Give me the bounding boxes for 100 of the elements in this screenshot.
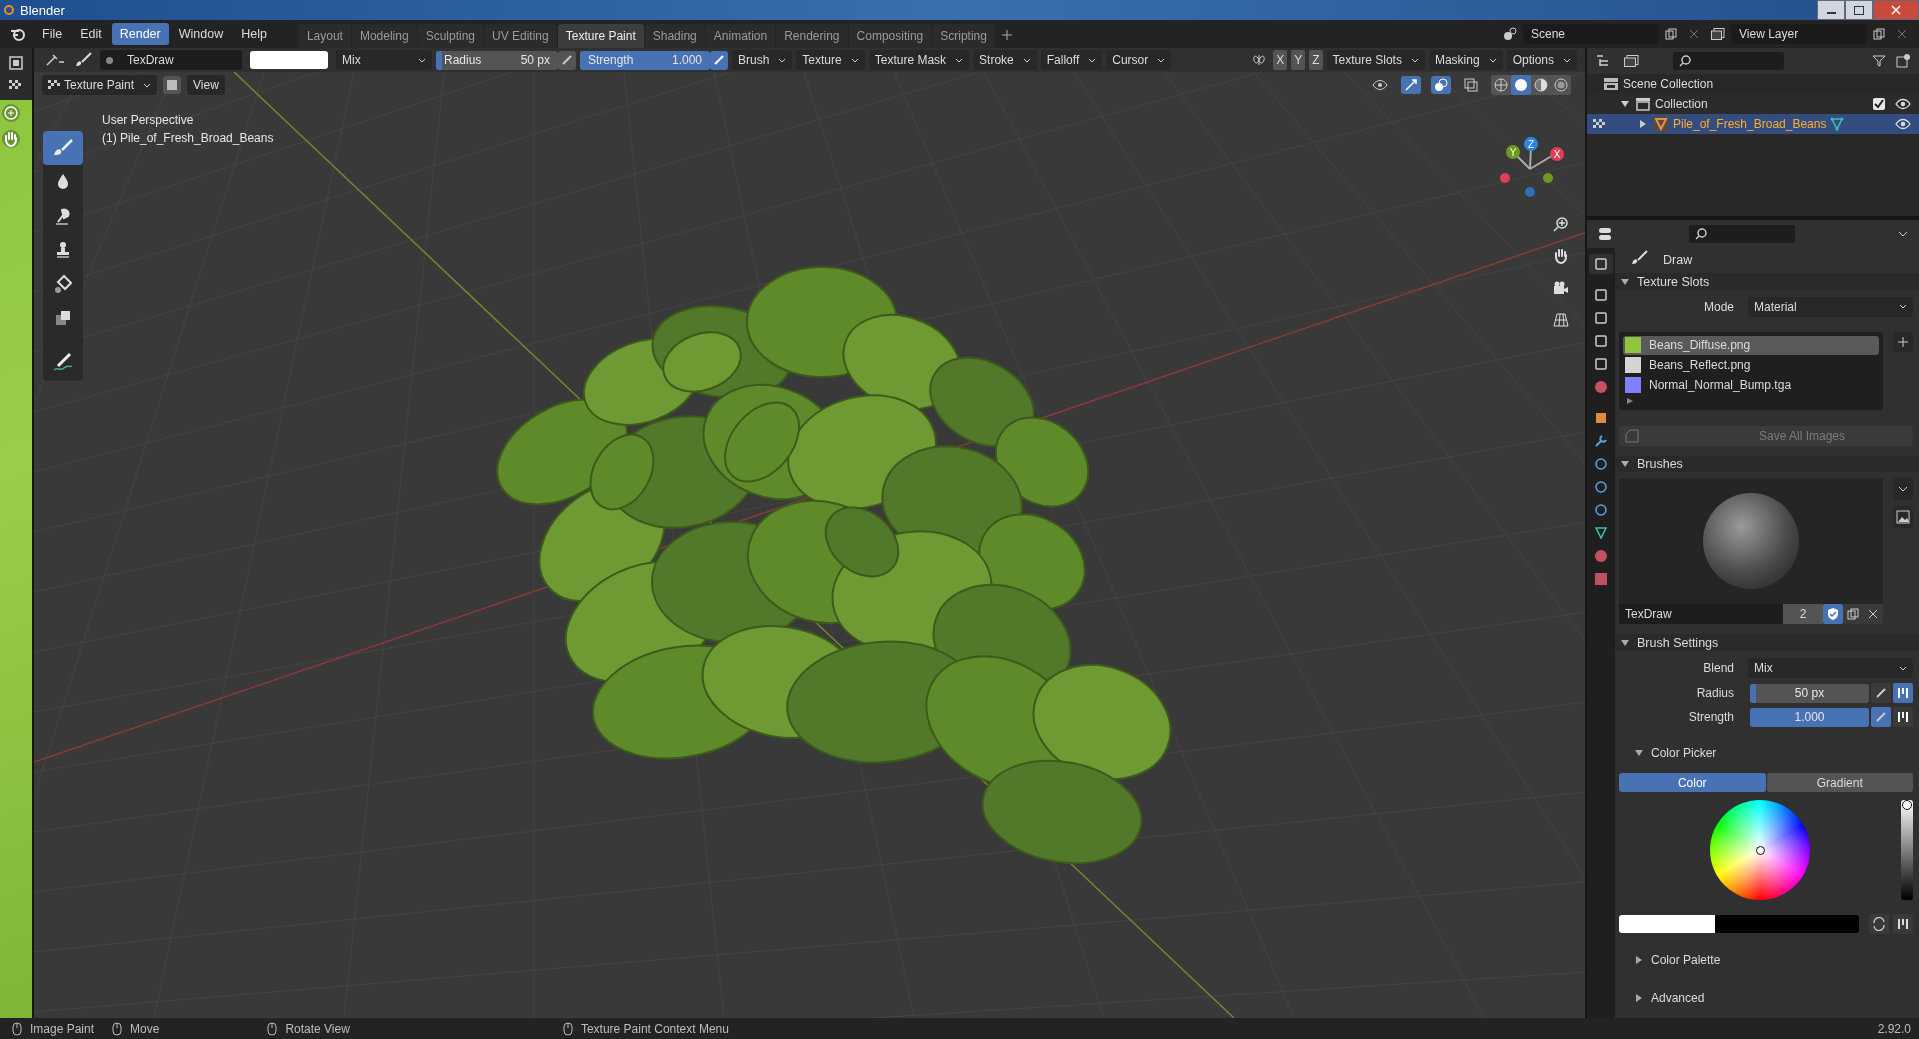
new-collection-icon[interactable] [1893, 52, 1913, 70]
header-menu[interactable]: Texture Mask [868, 50, 970, 70]
disclosure-triangle-icon[interactable] [1621, 100, 1631, 108]
workspace-tab[interactable]: Shading [644, 24, 705, 48]
workspace-tab[interactable]: Layout [298, 24, 351, 48]
view-menu[interactable]: View [187, 75, 225, 95]
axis-gizmo[interactable]: Z Y X [1495, 134, 1565, 207]
include-checkbox[interactable] [1873, 98, 1885, 110]
color-mode-tab[interactable]: Gradient [1766, 773, 1913, 792]
search-field[interactable] [1673, 52, 1784, 70]
checker-icon [48, 80, 60, 90]
header-menu[interactable]: Falloff [1040, 50, 1103, 70]
texture-slot[interactable]: Beans_Reflect.png [1623, 355, 1879, 375]
header-menu[interactable]: Stroke [973, 50, 1037, 70]
header-menu[interactable]: Cursor [1106, 50, 1172, 70]
solid-shading-icon[interactable] [1511, 75, 1531, 95]
panel-header[interactable]: Color Picker [1619, 741, 1913, 765]
caret-icon [955, 57, 964, 63]
axis-toggle[interactable]: X [1273, 50, 1288, 70]
texture-slot[interactable]: Normal_Normal_Bump.tga [1623, 375, 1879, 395]
color-swatch[interactable] [250, 51, 328, 69]
radius-slider[interactable]: 50 px [1750, 683, 1869, 703]
slider-thumb[interactable] [1902, 800, 1912, 810]
outliner-row[interactable]: Scene Collection [1587, 74, 1919, 94]
scene-field[interactable]: Scene [1523, 24, 1659, 44]
texture-slot[interactable]: Beans_Diffuse.png [1623, 335, 1879, 355]
image-icon[interactable] [1893, 506, 1913, 529]
header-menu[interactable]: Texture Slots [1326, 50, 1425, 70]
outliner-row[interactable]: Pile_of_Fresh_Broad_Beans [1587, 114, 1919, 134]
overlay-toggle-icon[interactable] [1431, 76, 1451, 94]
workspace-tab[interactable]: Compositing [848, 24, 932, 48]
panel-header[interactable]: Advanced [1619, 986, 1913, 1010]
menu-item[interactable]: File [34, 23, 71, 45]
unified-setting-icon[interactable] [1893, 914, 1913, 934]
eye-icon[interactable] [1895, 118, 1911, 130]
swap-icon[interactable] [1869, 914, 1889, 934]
workspace-tab[interactable]: Modeling [351, 24, 417, 48]
menu-item[interactable]: Window [170, 23, 232, 45]
mode-dropdown[interactable]: Material [1748, 296, 1913, 317]
panel-header[interactable]: Brushes [1615, 455, 1919, 473]
bucket-icon [54, 274, 72, 294]
checker-icon[interactable] [9, 80, 23, 92]
pressure-icon[interactable] [710, 50, 728, 70]
strength-slider[interactable]: Strength 1.000 [580, 50, 710, 70]
rendered-shading-icon[interactable] [1551, 75, 1571, 95]
material-shading-icon[interactable] [1531, 75, 1551, 95]
brush-name-field[interactable]: TexDraw [1619, 604, 1783, 625]
editor-type-icon[interactable] [9, 56, 23, 70]
overlay-square-icon[interactable] [163, 76, 182, 94]
fake-user-icon[interactable] [1823, 604, 1843, 625]
menu-item[interactable]: Help [233, 23, 275, 45]
add-icon[interactable] [1893, 331, 1913, 352]
eye-icon[interactable] [1895, 98, 1911, 110]
user-count[interactable]: 2 [1783, 604, 1823, 625]
axis-toggle[interactable]: Y [1291, 50, 1306, 70]
gizmo-toggle-icon[interactable] [1401, 76, 1421, 94]
value-slider[interactable] [1901, 800, 1913, 900]
tool-icon[interactable] [1589, 254, 1613, 274]
pressure-icon[interactable] [1871, 683, 1891, 703]
close-icon[interactable] [1863, 604, 1883, 625]
brush-name-field[interactable]: TexDraw [100, 50, 242, 70]
brush-preview[interactable] [1619, 478, 1883, 605]
workspace-tab[interactable]: Sculpting [417, 24, 483, 48]
header-menu[interactable]: Masking [1428, 50, 1503, 70]
header-menu[interactable]: Brush [732, 50, 793, 70]
header-menu[interactable]: Options [1506, 50, 1577, 70]
workspace-tab[interactable]: Texture Paint [557, 24, 644, 48]
blend-dropdown[interactable]: Mix [336, 50, 432, 70]
panel-header[interactable]: Brush Settings [1615, 634, 1919, 651]
minimize-button[interactable] [1817, 0, 1845, 20]
workspace-tab[interactable]: Animation [705, 24, 776, 48]
radius-slider[interactable]: Radius 50 px [436, 50, 558, 70]
caret-icon [850, 57, 859, 63]
workspace-tab[interactable]: Rendering [776, 24, 848, 48]
paint-mode-icon[interactable] [1593, 119, 1607, 129]
unified-setting-icon[interactable] [1893, 683, 1913, 703]
view-layer-field[interactable]: View Layer [1731, 24, 1867, 44]
xray-icon[interactable] [1461, 76, 1481, 94]
color-swatches[interactable] [1619, 915, 1859, 933]
workspace-tab[interactable]: Scripting [932, 24, 995, 48]
duplicate-icon[interactable] [1843, 604, 1863, 625]
zoom-icon[interactable] [2, 104, 20, 122]
menu-item[interactable]: Edit [72, 23, 110, 45]
wireframe-shading-icon[interactable] [1491, 75, 1511, 95]
blender-logo-icon[interactable] [10, 27, 26, 41]
strength-slider[interactable]: 1.000 [1750, 707, 1869, 727]
panel-header[interactable]: Texture Slots [1615, 273, 1919, 290]
search-field[interactable] [1689, 225, 1795, 243]
mesh-data-icon[interactable] [1830, 117, 1845, 131]
color-mode-tab[interactable]: Color [1619, 773, 1766, 792]
header-menu[interactable]: Texture [796, 50, 865, 70]
axis-toggle[interactable]: Z [1309, 50, 1323, 70]
pressure-icon[interactable] [558, 50, 576, 70]
panel-header[interactable]: Color Palette [1619, 948, 1913, 972]
workspace-tab[interactable]: UV Editing [484, 24, 557, 48]
mode-dropdown[interactable]: Texture Paint [42, 75, 158, 95]
menu-item[interactable]: Render [111, 23, 169, 45]
blend-dropdown[interactable]: Mix [1748, 658, 1913, 678]
unified-setting-icon[interactable] [1893, 707, 1913, 727]
maximize-button[interactable] [1845, 0, 1873, 20]
